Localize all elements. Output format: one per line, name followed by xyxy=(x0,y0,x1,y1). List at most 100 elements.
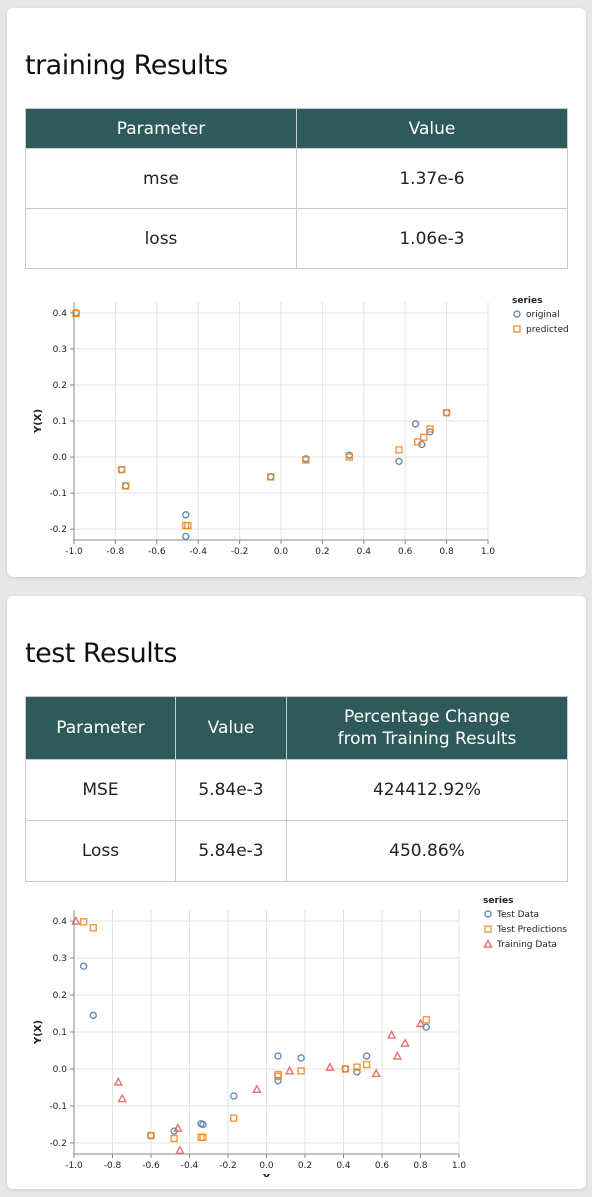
test-predictions-point xyxy=(197,1133,205,1142)
table-row: loss 1.06e-3 xyxy=(25,208,568,269)
y-tick-label: 0.0 xyxy=(53,1065,68,1075)
y-tick-label: 0.1 xyxy=(53,417,67,427)
y-axis-label: Y(X) xyxy=(33,1020,44,1045)
cell-parameter: Loss xyxy=(25,820,176,882)
y-tick-label: 0.4 xyxy=(53,309,68,319)
x-tick-label: -0.2 xyxy=(231,547,249,554)
predicted-point xyxy=(182,521,190,530)
training-results-table: Parameter Value mse 1.37e-6 loss 1.06e-3 xyxy=(25,108,568,269)
cell-parameter: mse xyxy=(25,148,297,209)
legend-symbol xyxy=(483,939,493,948)
x-tick-label: 0.4 xyxy=(357,547,372,554)
predicted-point xyxy=(184,521,192,530)
test-predictions-point xyxy=(170,1134,178,1143)
y-axis-label: Y(X) xyxy=(33,409,44,434)
test-data-point xyxy=(89,1011,97,1020)
y-tick-label: 0.2 xyxy=(53,381,67,391)
legend-symbol xyxy=(513,310,521,318)
training-results-card: training Results Parameter Value mse 1.3… xyxy=(7,8,586,577)
original-point xyxy=(182,511,190,519)
training-data-point xyxy=(252,1084,262,1094)
header-value: Value xyxy=(296,108,568,149)
training-results-title: training Results xyxy=(25,50,228,81)
y-tick-label: -0.1 xyxy=(49,489,67,499)
cell-parameter: MSE xyxy=(25,759,176,821)
test-scatter-chart: -1.0 -0.8 -0.6 -0.4 -0.2 0.0 0.2 0.4 0.6 0.8 1.0 -0… xyxy=(33,896,567,1177)
x-tick-label: -1.0 xyxy=(65,547,83,554)
y-tick-label: 0.0 xyxy=(53,453,68,463)
x-tick-label: 0.4 xyxy=(336,1161,351,1171)
grid xyxy=(70,302,489,544)
legend-item-label: original xyxy=(526,310,560,320)
test-predictions-point xyxy=(89,924,97,932)
header-percentage-change: Percentage Change from Training Results xyxy=(286,696,568,760)
x-tick-label: -0.8 xyxy=(104,1161,122,1171)
cell-value: 5.84e-3 xyxy=(175,759,287,821)
original-point xyxy=(122,482,130,490)
legend-symbol xyxy=(484,925,492,933)
legend-title: series xyxy=(483,896,513,906)
table-row: MSE 5.84e-3 424412.92% xyxy=(25,759,568,821)
data-points xyxy=(71,916,430,1155)
original-point xyxy=(182,532,190,541)
legend-item-label: Training Data xyxy=(496,940,557,950)
header-value: Value xyxy=(175,696,287,760)
predicted-point xyxy=(420,433,428,441)
x-tick-label: 0.8 xyxy=(413,1161,428,1171)
x-tick-label: -0.2 xyxy=(219,1161,237,1171)
test-predictions-point xyxy=(79,918,88,926)
x-tick-label: -0.4 xyxy=(189,547,207,554)
data-points xyxy=(72,309,451,541)
x-tick-label: 0.8 xyxy=(439,547,454,554)
original-point xyxy=(411,420,420,428)
test-predictions-point xyxy=(362,1060,371,1069)
x-tick-label: -1.0 xyxy=(65,1161,83,1171)
y-tick-label: 0.2 xyxy=(53,991,67,1001)
training-data-point xyxy=(284,1065,295,1075)
x-tick-label: 0.0 xyxy=(274,547,289,554)
training-data-point xyxy=(392,1051,403,1060)
training-data-point xyxy=(173,1123,183,1132)
legend: series original predicted xyxy=(512,296,569,335)
cell-parameter: loss xyxy=(25,208,297,269)
table-row: Loss 5.84e-3 450.86% xyxy=(25,820,568,882)
cell-percentage-change: 424412.92% xyxy=(286,759,568,821)
x-tick-label: 0.2 xyxy=(298,1161,312,1171)
legend-item-label: Test Data xyxy=(496,910,539,920)
legend-title: series xyxy=(512,296,542,306)
original-point xyxy=(395,457,403,466)
training-data-point xyxy=(371,1068,381,1078)
training-data-point xyxy=(175,1145,185,1155)
x-tick-label: 0.0 xyxy=(259,1161,274,1171)
training-data-point xyxy=(400,1038,410,1047)
header-parameter: Parameter xyxy=(25,108,297,149)
grid xyxy=(70,910,460,1158)
y-tick-label: 0.3 xyxy=(53,954,67,964)
legend-item-label: predicted xyxy=(526,325,569,335)
header-line-1: Percentage Change xyxy=(343,707,511,727)
y-tick-label: -0.2 xyxy=(49,525,67,535)
test-results-title: test Results xyxy=(25,638,177,669)
cell-value: 1.06e-3 xyxy=(296,208,568,269)
test-predictions-point xyxy=(199,1133,207,1142)
legend: series Test Data Test Predictions Training … xyxy=(483,896,567,950)
predicted-point xyxy=(395,446,403,454)
x-tick-label: 1.0 xyxy=(452,1161,467,1171)
table-header-row: Parameter Value Percentage Change from T… xyxy=(25,696,568,760)
test-data-point xyxy=(230,1092,238,1100)
y-tick-label: 0.4 xyxy=(53,917,68,927)
cell-value: 1.37e-6 xyxy=(296,148,568,209)
test-predictions-point xyxy=(422,1016,430,1024)
legend-symbol xyxy=(513,325,521,333)
test-data-point xyxy=(79,962,88,970)
header-parameter: Parameter xyxy=(25,696,176,760)
cell-value: 5.84e-3 xyxy=(175,820,287,882)
legend-item-label: Test Predictions xyxy=(496,925,567,935)
x-tick-label: -0.8 xyxy=(107,547,125,554)
training-scatter-chart: -1.0 -0.8 -0.6 -0.4 -0.2 0.0 0.2 0.4 0.6 0.8 1.0 -0… xyxy=(33,296,569,554)
training-data-point xyxy=(113,1076,123,1086)
test-results-card: test Results Parameter Value Percentage … xyxy=(7,596,586,1189)
training-data-point xyxy=(117,1093,127,1103)
y-tick-label: 0.1 xyxy=(53,1028,67,1038)
x-tick-label: -0.6 xyxy=(142,1161,160,1171)
